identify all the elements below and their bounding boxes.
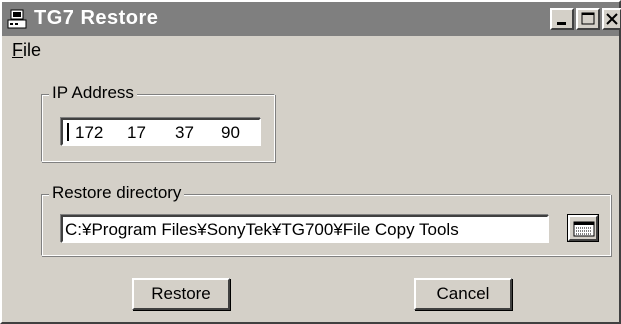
ip-octet-1[interactable]: 172 (75, 123, 103, 143)
ip-octet-3[interactable]: 37 (175, 123, 194, 143)
restore-button[interactable]: Restore (132, 278, 230, 310)
menu-file-mnemonic: F (12, 40, 23, 60)
ip-octet-2[interactable]: 17 (127, 123, 146, 143)
ip-address-label: IP Address (49, 83, 137, 103)
restore-window: TG7 Restore File IP Address 172 17 37 90… (0, 0, 621, 324)
minimize-button[interactable] (550, 8, 574, 30)
restore-directory-group: Restore directory C:¥Program Files¥SonyT… (41, 183, 611, 256)
menu-bar: File (2, 36, 619, 64)
cancel-button[interactable]: Cancel (414, 278, 512, 310)
restore-directory-input[interactable]: C:¥Program Files¥SonyTek¥TG700¥File Copy… (61, 215, 549, 243)
close-button[interactable] (602, 8, 621, 30)
browse-icon (573, 221, 595, 237)
ip-address-field[interactable]: 172 17 37 90 (61, 118, 261, 146)
menu-file-label: ile (23, 40, 42, 60)
maximize-icon (581, 12, 595, 25)
ip-address-group: IP Address 172 17 37 90 (41, 83, 275, 162)
ip-octet-4[interactable]: 90 (221, 123, 240, 143)
restore-directory-label: Restore directory (49, 183, 185, 203)
maximize-button[interactable] (576, 8, 600, 30)
menu-file[interactable]: File (12, 40, 41, 61)
browse-button[interactable] (567, 214, 599, 242)
minimize-icon (557, 22, 566, 25)
close-icon (606, 13, 618, 25)
text-caret (67, 123, 69, 141)
restore-directory-path: C:¥Program Files¥SonyTek¥TG700¥File Copy… (65, 220, 459, 239)
window-title: TG7 Restore (34, 7, 159, 29)
title-bar[interactable]: TG7 Restore (2, 2, 621, 36)
computer-icon[interactable] (7, 9, 27, 29)
